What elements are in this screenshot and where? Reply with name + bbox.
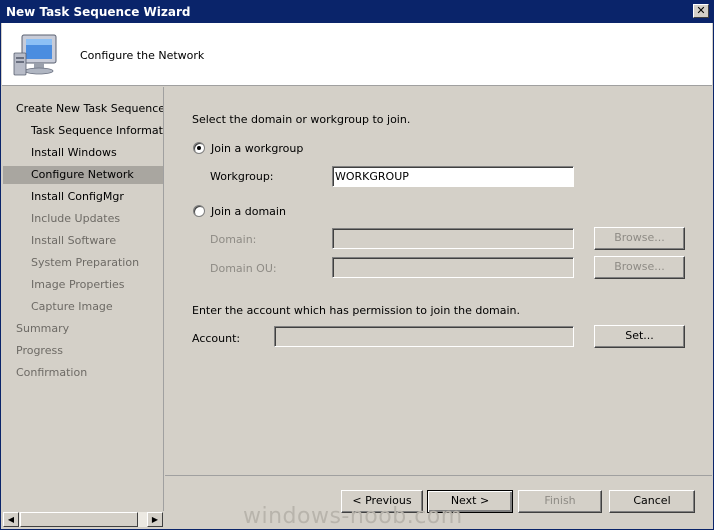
nav-item-create-new-task-sequence[interactable]: Create New Task Sequence	[16, 100, 163, 118]
cancel-button[interactable]: Cancel	[609, 490, 695, 513]
domain-input[interactable]	[332, 228, 574, 249]
page-title: Configure the Network	[80, 49, 205, 62]
workgroup-label: Workgroup:	[210, 170, 274, 183]
wizard-nav: Create New Task Sequence Task Sequence I…	[2, 87, 164, 511]
nav-item-task-sequence-information[interactable]: Task Sequence Information	[31, 122, 163, 140]
nav-item-confirmation: Confirmation	[16, 366, 88, 379]
nav-item-image-properties: Image Properties	[31, 278, 125, 291]
watermark-text: windows-noob.com	[243, 504, 463, 529]
domain-ou-label: Domain OU:	[210, 262, 277, 275]
nav-item-configure-network[interactable]: Configure Network	[3, 166, 163, 184]
domain-label: Domain:	[210, 233, 257, 246]
finish-button[interactable]: Finish	[518, 490, 602, 513]
account-label: Account:	[192, 332, 241, 345]
workgroup-input[interactable]	[332, 166, 574, 187]
wizard-header: Configure the Network	[2, 23, 712, 86]
join-domain-radio[interactable]	[193, 205, 205, 217]
domain-ou-input[interactable]	[332, 257, 574, 278]
domain-ou-browse-button[interactable]: Browse...	[594, 256, 685, 279]
nav-item-include-updates: Include Updates	[31, 212, 121, 225]
join-workgroup-label[interactable]: Join a workgroup	[211, 142, 303, 155]
close-icon: ✕	[696, 4, 706, 17]
close-button[interactable]: ✕	[693, 4, 709, 18]
window-title: New Task Sequence Wizard	[6, 5, 191, 19]
nav-item-install-windows[interactable]: Install Windows	[31, 144, 117, 162]
scroll-right-button[interactable]: ▶	[147, 512, 163, 527]
nav-horizontal-scrollbar[interactable]: ◀ ▶	[2, 511, 164, 528]
scroll-left-button[interactable]: ◀	[3, 512, 19, 527]
domain-browse-button[interactable]: Browse...	[594, 227, 685, 250]
account-instruction: Enter the account which has permission t…	[192, 304, 521, 317]
nav-item-capture-image: Capture Image	[31, 300, 113, 313]
nav-item-install-configmgr[interactable]: Install ConfigMgr	[31, 188, 124, 206]
nav-item-summary: Summary	[16, 322, 70, 335]
nav-item-system-preparation: System Preparation	[31, 256, 140, 269]
title-bar[interactable]: New Task Sequence Wizard ✕	[1, 1, 713, 23]
domain-workgroup-instruction: Select the domain or workgroup to join.	[192, 113, 411, 126]
scroll-thumb[interactable]	[20, 512, 138, 527]
set-account-button[interactable]: Set...	[594, 325, 685, 348]
join-domain-label[interactable]: Join a domain	[211, 205, 286, 218]
wizard-window: New Task Sequence Wizard ✕ Configure the…	[0, 0, 714, 530]
computer-monitor-icon	[13, 34, 57, 76]
arrow-right-icon: ▶	[151, 515, 159, 524]
join-workgroup-radio[interactable]	[193, 142, 205, 154]
account-input[interactable]	[274, 326, 574, 347]
wizard-content: Select the domain or workgroup to join. …	[165, 87, 712, 475]
nav-item-progress: Progress	[16, 344, 63, 357]
arrow-left-icon: ◀	[7, 515, 15, 524]
nav-item-install-software: Install Software	[31, 234, 117, 247]
